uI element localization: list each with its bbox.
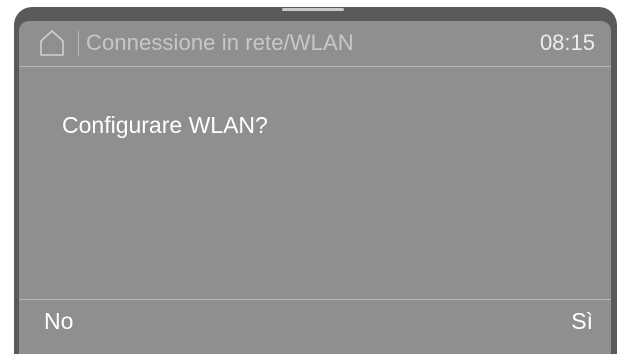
appliance-display: Connessione in rete/WLAN 08:15 Configura… — [14, 7, 617, 354]
status-bar: Connessione in rete/WLAN 08:15 — [19, 21, 611, 67]
header-divider — [78, 31, 79, 56]
yes-button[interactable]: Sì — [571, 308, 593, 335]
wlan-question: Configurare WLAN? — [62, 112, 268, 138]
home-icon[interactable] — [37, 28, 67, 58]
display-handle — [282, 8, 344, 11]
page-title: Connessione in rete/WLAN — [86, 30, 354, 55]
screen: Connessione in rete/WLAN 08:15 Configura… — [19, 21, 611, 354]
softkey-bar: No Sì — [19, 299, 611, 354]
no-button[interactable]: No — [44, 308, 73, 335]
clock: 08:15 — [539, 30, 595, 55]
